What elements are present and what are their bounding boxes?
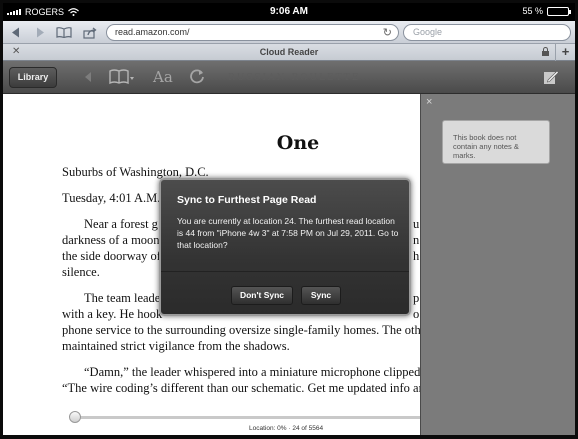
text-line: the side doorway of [62, 249, 161, 263]
browser-toolbar: read.amazon.com/ ↻ Google [3, 21, 575, 44]
notes-empty-message: This book does not contain any notes & m… [442, 120, 550, 164]
text-fragment: u [413, 217, 420, 231]
library-button[interactable]: Library [9, 67, 57, 88]
text-fragment: h [413, 249, 420, 263]
bookmarks-icon[interactable] [53, 23, 75, 42]
status-time: 9:06 AM [270, 6, 308, 17]
sync-icon[interactable] [189, 68, 205, 87]
sync-button[interactable]: Sync [301, 286, 341, 305]
share-icon[interactable] [79, 23, 101, 42]
back-icon[interactable] [5, 23, 27, 42]
reload-icon[interactable]: ↻ [383, 26, 392, 39]
forward-icon[interactable] [29, 23, 51, 42]
status-bar: ROGERS 9:06 AM 55 % [3, 3, 575, 21]
search-placeholder: Google [413, 27, 443, 37]
dont-sync-button[interactable]: Don't Sync [231, 286, 293, 305]
battery-icon [547, 6, 571, 16]
text-line: “Damn,” the leader whispered into a mini… [84, 365, 420, 379]
search-field[interactable]: Google [403, 24, 571, 41]
text-line: silence. [62, 265, 100, 279]
dialog-divider [161, 271, 409, 272]
url-text: read.amazon.com/ [115, 27, 190, 37]
text-line: phone service to the surrounding oversiz… [62, 323, 420, 337]
tab-bar: ✕ Cloud Reader + [3, 44, 575, 61]
lock-icon [542, 47, 549, 56]
reader-toolbar: Library Aa RUSSIAN ROULETTE [3, 61, 575, 94]
status-right: 55 % [522, 6, 571, 16]
text-fragment: o [413, 307, 420, 321]
text-line: Near a forest g [84, 217, 158, 231]
text-line: The team leader [84, 291, 165, 305]
dialog-message: You are currently at location 24. The fu… [177, 216, 399, 250]
chapter-title: One [276, 132, 320, 154]
new-tab-icon[interactable]: + [555, 44, 575, 61]
location-label: Location: 0% · 24 of 5564 [249, 425, 324, 432]
page-back-icon[interactable] [83, 70, 93, 86]
text-line: Tuesday, 4:01 A.M. [62, 191, 161, 205]
font-settings-icon[interactable]: Aa [153, 68, 173, 86]
book-title-faint: RUSSIAN ROULETTE [228, 73, 361, 83]
url-field[interactable]: read.amazon.com/ ↻ [106, 24, 399, 41]
location-slider-handle[interactable] [69, 411, 81, 423]
notes-panel: × This book does not contain any notes &… [420, 94, 575, 435]
battery-percent: 55 % [522, 6, 543, 16]
dialog-title: Sync to Furthest Page Read [177, 194, 317, 206]
sync-dialog: Sync to Furthest Page Read You are curre… [159, 178, 411, 316]
text-line: “The wire coding’s different than our sc… [62, 381, 420, 395]
text-fragment: p [413, 291, 420, 305]
text-fragment: n [413, 233, 420, 247]
notes-marks-icon[interactable] [543, 69, 559, 85]
text-line: with a key. He hook [62, 307, 163, 321]
close-notes-icon[interactable]: × [426, 96, 432, 108]
location-slider-track[interactable] [73, 416, 420, 419]
text-line: darkness of a moon [62, 233, 160, 247]
tab-title[interactable]: Cloud Reader [3, 47, 575, 57]
ipad-screen: ROGERS 9:06 AM 55 % read.amazon.com/ ↻ G… [0, 0, 578, 439]
text-line: maintained strict vigilance from the sha… [62, 339, 290, 353]
go-to-book-icon[interactable] [109, 69, 135, 88]
